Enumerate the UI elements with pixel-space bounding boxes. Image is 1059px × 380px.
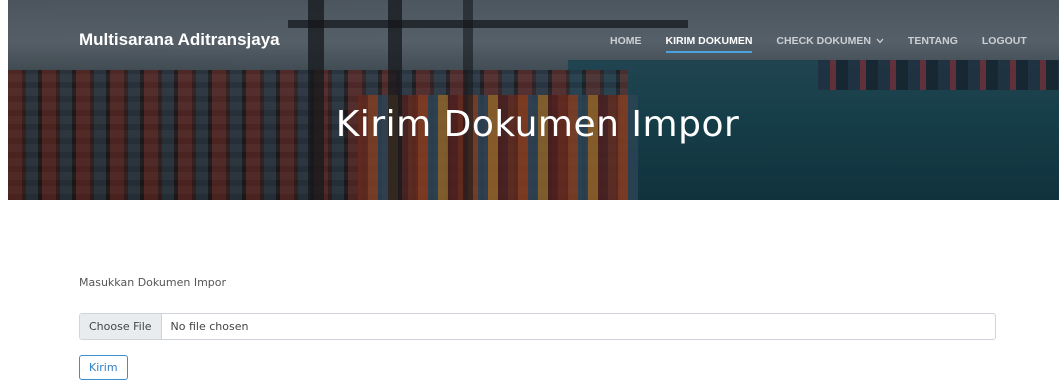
file-input[interactable]: Choose File No file chosen xyxy=(79,313,996,340)
nav-logout[interactable]: LOGOUT xyxy=(982,35,1027,47)
nav-check-dokumen[interactable]: CHECK DOKUMEN xyxy=(776,35,884,47)
brand-logo[interactable]: Multisarana Aditransjaya xyxy=(79,30,280,50)
nav-kirim-dokumen[interactable]: KIRIM DOKUMEN xyxy=(665,35,752,53)
page-title: Kirim Dokumen Impor xyxy=(335,104,740,145)
nav-home[interactable]: HOME xyxy=(610,35,642,47)
choose-file-button[interactable]: Choose File xyxy=(80,314,162,339)
main-nav: HOME KIRIM DOKUMEN CHECK DOKUMEN TENTANG… xyxy=(610,33,1027,53)
chevron-down-icon xyxy=(876,35,884,47)
nav-check-dokumen-label: CHECK DOKUMEN xyxy=(776,35,871,47)
nav-tentang[interactable]: TENTANG xyxy=(908,35,958,47)
submit-button[interactable]: Kirim xyxy=(79,355,128,380)
file-status-text: No file chosen xyxy=(170,320,249,333)
form-label: Masukkan Dokumen Impor xyxy=(79,276,227,289)
